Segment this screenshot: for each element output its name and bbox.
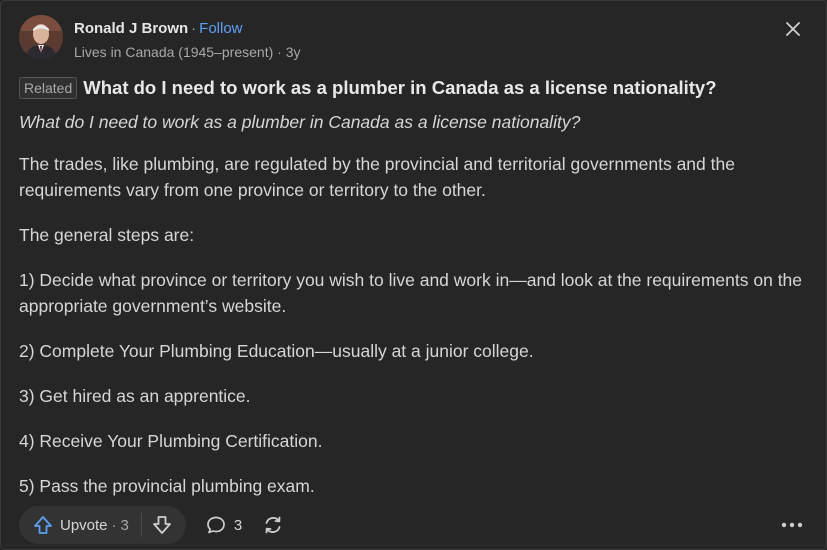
- upvote-arrow-icon: [34, 516, 52, 534]
- downvote-arrow-icon: [152, 516, 171, 534]
- separator-dot: ·: [273, 44, 286, 60]
- downvote-button[interactable]: [152, 515, 172, 535]
- answer-paragraph: 1) Decide what province or territory you…: [19, 270, 803, 316]
- answer-card: Ronald J Brown · Follow Lives in Canada (1…: [0, 0, 827, 550]
- more-options-button[interactable]: [780, 513, 804, 537]
- answer-paragraph: 5) Pass the provincial plumbing exam.: [19, 476, 315, 496]
- answer-paragraph: 4) Receive Your Plumbing Certification.: [19, 431, 323, 451]
- author-name[interactable]: Ronald J Brown: [74, 20, 188, 37]
- action-bar: Upvote · 3 3: [19, 506, 808, 544]
- answer-age[interactable]: 3y: [286, 44, 301, 60]
- follow-button[interactable]: Follow: [199, 20, 242, 37]
- comment-bubble-icon: [207, 516, 225, 534]
- upvote-button[interactable]: Upvote · 3: [33, 515, 129, 535]
- upvote-label: Upvote: [60, 516, 108, 534]
- author-avatar[interactable]: [19, 15, 63, 59]
- avatar-image: [19, 15, 63, 59]
- close-button[interactable]: [780, 16, 806, 42]
- related-question: Related What do I need to work as a plum…: [19, 77, 806, 99]
- share-cycle-icon: [265, 516, 281, 534]
- answer-body: What do I need to work as a plumber in C…: [19, 109, 808, 518]
- question-title[interactable]: What do I need to work as a plumber in C…: [83, 77, 716, 99]
- separator-dot: ·: [191, 20, 197, 37]
- comment-button[interactable]: 3: [206, 515, 242, 535]
- answer-paragraph: 3) Get hired as an apprentice.: [19, 386, 251, 406]
- related-badge: Related: [19, 77, 78, 99]
- more-dots-icon: [781, 522, 803, 528]
- upvote-count: 3: [120, 516, 129, 534]
- author-credential-row: Lives in Canada (1945–present) · 3y: [74, 44, 301, 61]
- separator-dot: ·: [111, 516, 117, 534]
- share-button[interactable]: [262, 514, 284, 536]
- answer-paragraph: The general steps are:: [19, 225, 195, 245]
- answer-paragraph: 2) Complete Your Plumbing Education—usua…: [19, 341, 534, 361]
- vote-pill: Upvote · 3: [19, 506, 186, 544]
- close-icon: [786, 22, 800, 36]
- author-header: Ronald J Brown · Follow Lives in Canada (1…: [19, 15, 301, 61]
- author-credential: Lives in Canada (1945–present): [74, 44, 274, 60]
- answer-paragraph: The trades, like plumbing, are regulated…: [19, 154, 735, 200]
- comment-count: 3: [233, 516, 243, 534]
- vote-divider: [140, 513, 142, 537]
- answer-question-repeat: What do I need to work as a plumber in C…: [19, 112, 581, 132]
